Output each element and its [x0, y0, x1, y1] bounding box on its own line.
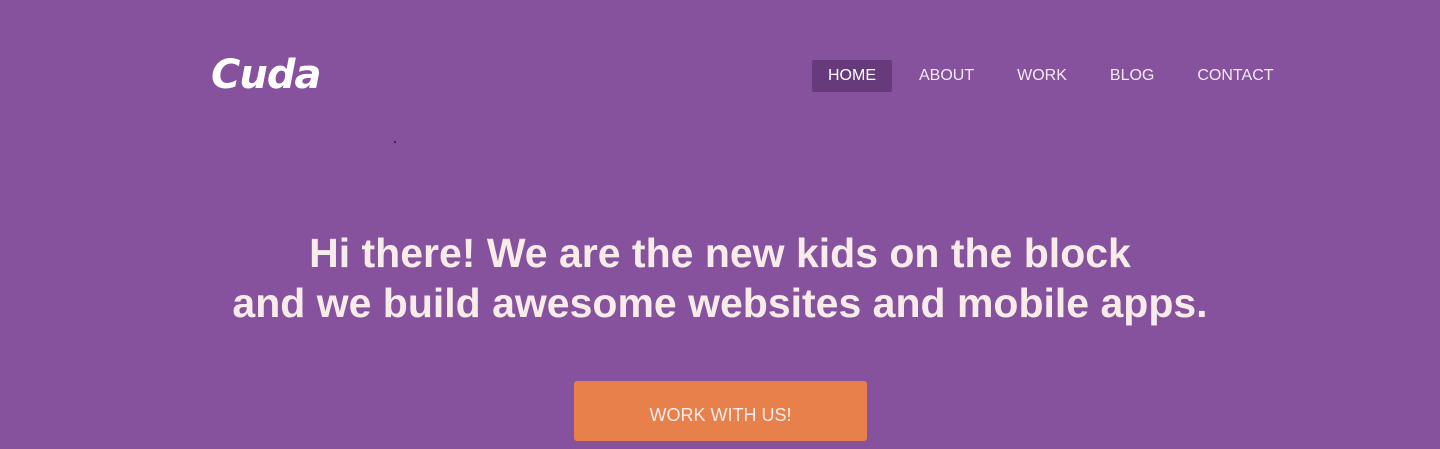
hero-headline-line-2: and we build awesome websites and mobile…	[232, 280, 1208, 326]
nav-item-work[interactable]: WORK	[1001, 60, 1083, 92]
work-with-us-button[interactable]: WORK WITH US!	[574, 381, 867, 441]
logo[interactable]: Cuda	[211, 51, 321, 99]
hero-section: Hi there! We are the new kids on the blo…	[0, 228, 1440, 328]
main-nav: HOME ABOUT WORK BLOG CONTACT	[812, 60, 1290, 92]
nav-item-home[interactable]: HOME	[812, 60, 892, 92]
nav-item-about[interactable]: ABOUT	[903, 60, 990, 92]
nav-item-blog[interactable]: BLOG	[1094, 60, 1170, 92]
site-header: Cuda HOME ABOUT WORK BLOG CONTACT	[0, 0, 1440, 130]
nav-item-contact[interactable]: CONTACT	[1181, 60, 1289, 92]
hero-headline-line-1: Hi there! We are the new kids on the blo…	[309, 230, 1131, 276]
decorative-dot	[394, 141, 396, 143]
